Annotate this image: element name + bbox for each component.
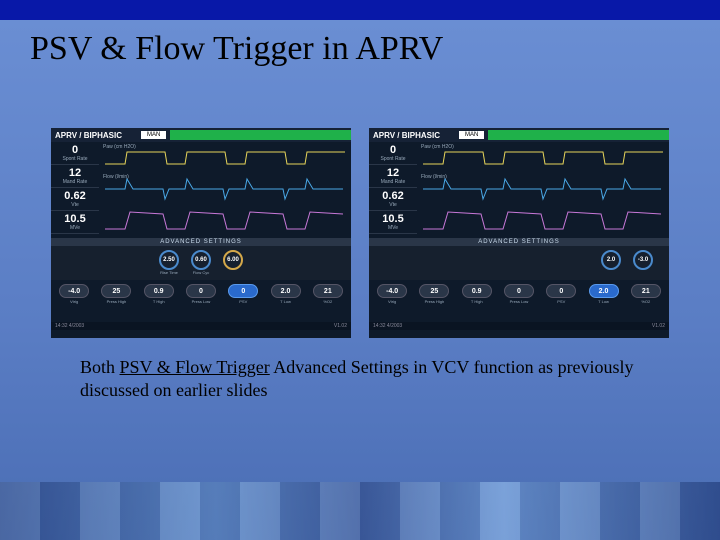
volume-waveform	[419, 204, 667, 234]
wave-label: Flow (l/min)	[421, 174, 447, 180]
dial-psv: 0PSV	[226, 284, 260, 318]
dial-t-high: 0.9T High	[460, 284, 494, 318]
pressure-waveform	[419, 144, 667, 174]
readout: 12Mand Rate	[369, 165, 417, 188]
status-version: V1.02	[652, 323, 665, 329]
dial-t-low: 2.0T Low	[269, 284, 303, 318]
wave-label: Paw (cm H2O)	[103, 144, 136, 150]
vent-header: APRV / BIPHASIC MAN	[51, 128, 351, 142]
title-bar	[0, 0, 720, 20]
wave-label: Flow (l/min)	[103, 174, 129, 180]
readout: 12Mand Rate	[51, 165, 99, 188]
man-badge: MAN	[141, 131, 166, 139]
advanced-settings-bar: ADVANCED SETTINGS	[51, 238, 351, 246]
dial: 0.60Flow Cyc	[187, 250, 215, 276]
dial-t-low: 2.0T Low	[587, 284, 621, 318]
caption-underline: PSV & Flow Trigger	[120, 357, 270, 377]
volume-waveform	[101, 204, 349, 234]
top-dials-row: 2.50Rise Time 0.60Flow Cyc 6.00	[51, 246, 351, 280]
status-time: 14:32 4/2003	[373, 323, 402, 329]
dial-press-low: 0Press Low	[184, 284, 218, 318]
dial-press-high: 25Press High	[99, 284, 133, 318]
dial-vtrig: -4.0Vtrig	[375, 284, 409, 318]
ventilator-right: APRV / BIPHASIC MAN 0Spont Rate 12Mand R…	[369, 128, 669, 338]
status-bar: 14:32 4/2003 V1.02	[369, 322, 669, 330]
alarm-bar	[170, 130, 351, 140]
readout: 0Spont Rate	[369, 142, 417, 165]
dial-press-low: 0Press Low	[502, 284, 536, 318]
dial-vtrig: -4.0Vtrig	[57, 284, 91, 318]
dial-o2: 21%O2	[629, 284, 663, 318]
status-time: 14:32 4/2003	[55, 323, 84, 329]
readout-sidebar: 0Spont Rate 12Mand Rate 0.62Vte 10.5MVe	[51, 142, 99, 238]
dial-psv: 0PSV	[544, 284, 578, 318]
dial: 2.50Rise Time	[155, 250, 183, 276]
dial: -3.0	[629, 250, 657, 276]
top-dials-row: 2.0 -3.0	[369, 246, 669, 280]
dial: 2.0	[597, 250, 625, 276]
readout: 10.5MVe	[51, 211, 99, 234]
readout: 10.5MVe	[369, 211, 417, 234]
advanced-settings-bar: ADVANCED SETTINGS	[369, 238, 669, 246]
readout: 0Spont Rate	[51, 142, 99, 165]
readout: 0.62Vte	[369, 188, 417, 211]
flow-waveform	[101, 174, 349, 204]
man-badge: MAN	[459, 131, 484, 139]
bottom-dials-row: -4.0Vtrig 25Press High 0.9T High 0Press …	[51, 280, 351, 322]
readout-sidebar: 0Spont Rate 12Mand Rate 0.62Vte 10.5MVe	[369, 142, 417, 238]
dial-press-high: 25Press High	[417, 284, 451, 318]
bottom-dials-row: -4.0Vtrig 25Press High 0.9T High 0Press …	[369, 280, 669, 322]
ventilator-left: APRV / BIPHASIC MAN 0Spont Rate 12Mand R…	[51, 128, 351, 338]
status-bar: 14:32 4/2003 V1.02	[51, 322, 351, 330]
pressure-waveform	[101, 144, 349, 174]
dial-o2: 21%O2	[311, 284, 345, 318]
dial-t-high: 0.9T High	[142, 284, 176, 318]
waveform-area: Paw (cm H2O) Flow (l/min)	[417, 142, 669, 238]
ventilator-panels: APRV / BIPHASIC MAN 0Spont Rate 12Mand R…	[0, 128, 720, 338]
footer-graphic	[0, 482, 720, 540]
vent-header: APRV / BIPHASIC MAN	[369, 128, 669, 142]
dial: 6.00	[219, 250, 247, 276]
flow-waveform	[419, 174, 667, 204]
slide-title: PSV & Flow Trigger in APRV	[0, 20, 720, 78]
slide-caption: Both PSV & Flow Trigger Advanced Setting…	[0, 338, 720, 403]
mode-label: APRV / BIPHASIC	[369, 131, 459, 140]
readout: 0.62Vte	[51, 188, 99, 211]
status-version: V1.02	[334, 323, 347, 329]
alarm-bar	[488, 130, 669, 140]
waveform-area: Paw (cm H2O) Flow (l/min)	[99, 142, 351, 238]
mode-label: APRV / BIPHASIC	[51, 131, 141, 140]
wave-label: Paw (cm H2O)	[421, 144, 454, 150]
